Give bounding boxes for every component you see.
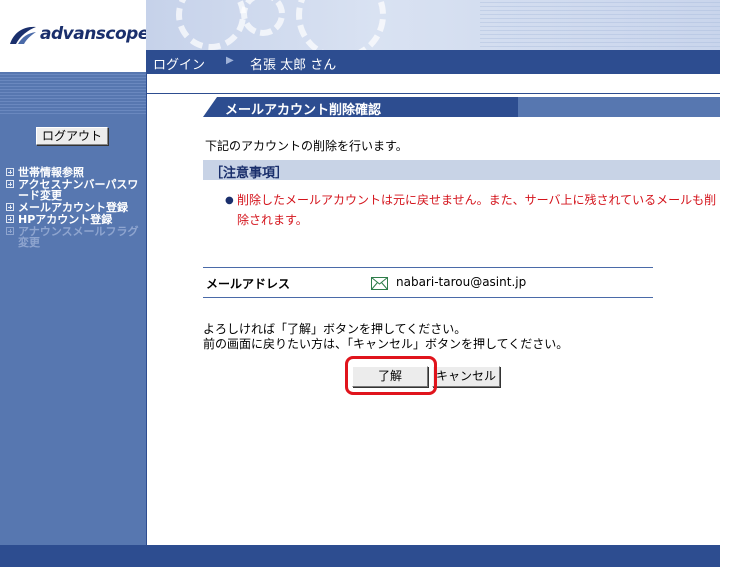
confirm-line-1: よろしければ「了解」ボタンを押してください。 xyxy=(203,322,467,336)
sidebar-menu: 世帯情報参照 アクセスナンバーパスワード変更 メールアカウント登録 HPアカウン… xyxy=(6,167,142,249)
sidebar-stripes xyxy=(0,72,146,116)
header-banner xyxy=(146,0,720,50)
nav-underline xyxy=(146,74,720,94)
confirm-line-2: 前の画面に戻りたい方は、「キャンセル」ボタンを押してください。 xyxy=(203,337,569,351)
advanscope-logo-icon xyxy=(10,26,36,44)
confirm-instructions: よろしければ「了解」ボタンを押してください。 前の画面に戻りたい方は、「キャンセ… xyxy=(203,322,568,352)
email-row: メールアドレス nabari-tarou@asint.jp xyxy=(203,267,653,298)
sidebar-item-hp-account[interactable]: HPアカウント登録 xyxy=(6,214,142,225)
expand-box-icon xyxy=(6,168,14,176)
expand-box-icon xyxy=(6,203,14,211)
footer-bar xyxy=(0,545,720,567)
page-title: メールアカウント削除確認 xyxy=(225,103,382,118)
sidebar-border xyxy=(146,94,147,545)
ok-button[interactable]: 了解 xyxy=(352,366,428,387)
notice-title: ［注意事項］ xyxy=(210,166,289,181)
sidebar-item-household-info[interactable]: 世帯情報参照 xyxy=(6,167,142,178)
expand-box-icon xyxy=(6,227,14,235)
top-nav-bar: ログイン ▶ 名張 太郎 さん xyxy=(146,50,720,74)
logo-area: advanscope xyxy=(0,0,149,72)
sidebar: ログアウト 世帯情報参照 アクセスナンバーパスワード変更 メールアカウント登録 … xyxy=(0,72,146,545)
cancel-button[interactable]: キャンセル xyxy=(432,366,500,387)
email-label: メールアドレス xyxy=(206,277,291,291)
warning-text: 削除したメールアカウントは元に戻せません。また、サーバ上に残されているメールも削… xyxy=(237,193,717,227)
arrow-right-icon: ▶ xyxy=(226,55,234,66)
email-value: nabari-tarou@asint.jp xyxy=(396,275,527,289)
sidebar-item-label: HPアカウント登録 xyxy=(18,213,113,226)
expand-box-icon xyxy=(6,180,14,188)
sidebar-item-mail-account[interactable]: メールアカウント登録 xyxy=(6,202,142,213)
login-link[interactable]: ログイン xyxy=(153,54,205,73)
warning-message: ● 削除したメールアカウントは元に戻せません。また、サーバ上に残されているメール… xyxy=(225,190,720,230)
brand-name: advanscope xyxy=(40,24,149,44)
sidebar-item-label: アクセスナンバーパスワード変更 xyxy=(18,178,139,202)
header-stripes xyxy=(480,0,720,50)
sidebar-item-access-password[interactable]: アクセスナンバーパスワード変更 xyxy=(6,179,142,201)
notice-header: ［注意事項］ xyxy=(203,160,720,181)
sidebar-item-label: 世帯情報参照 xyxy=(18,166,84,179)
user-name: 名張 太郎 さん xyxy=(250,58,337,73)
gear-decoration-icon xyxy=(241,0,285,36)
bullet-icon: ● xyxy=(225,195,234,206)
gear-decoration-icon xyxy=(176,0,246,50)
gear-decoration-icon xyxy=(296,0,386,50)
right-margin xyxy=(720,0,730,567)
sidebar-item-announce-flag: アナウンスメールフラグ変更 xyxy=(6,226,142,248)
logout-button[interactable]: ログアウト xyxy=(36,127,108,145)
sidebar-item-label: アナウンスメールフラグ変更 xyxy=(18,225,139,249)
sidebar-item-label: メールアカウント登録 xyxy=(18,201,128,214)
expand-box-icon xyxy=(6,215,14,223)
page-title-bar: メールアカウント削除確認 xyxy=(203,97,720,118)
envelope-icon xyxy=(371,277,388,290)
intro-text: 下記のアカウントの削除を行います。 xyxy=(205,139,408,153)
